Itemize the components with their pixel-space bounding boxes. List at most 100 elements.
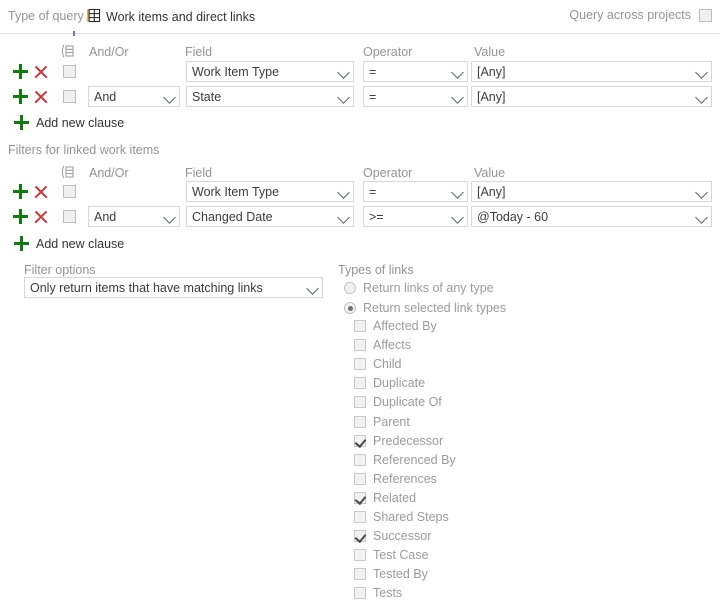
checkbox-icon[interactable]: [354, 549, 366, 562]
chevron-down-icon: [161, 86, 179, 107]
link-type-label: Child: [373, 357, 402, 372]
chevron-down-icon: [449, 61, 467, 82]
link-type-row-test-case[interactable]: Test Case: [354, 548, 429, 562]
link-type-row-shared-steps[interactable]: Shared Steps: [354, 510, 449, 524]
header-divider: [0, 33, 720, 34]
add-clause-icon[interactable]: [13, 209, 28, 224]
checkbox-icon[interactable]: [354, 415, 366, 428]
value-dropdown[interactable]: @Today - 60: [471, 206, 712, 227]
checkbox-checked-icon[interactable]: [354, 530, 366, 543]
value-dropdown[interactable]: [Any]: [471, 181, 712, 202]
chevron-down-icon: [693, 86, 711, 107]
add-new-clause-button[interactable]: Add new clause: [14, 115, 124, 130]
link-type-label: Duplicate Of: [373, 395, 442, 410]
link-type-row-references[interactable]: References: [354, 472, 437, 486]
link-type-row-duplicate-of[interactable]: Duplicate Of: [354, 395, 442, 409]
clause-row-checkbox[interactable]: [63, 210, 76, 223]
filter-options-value: Only return items that have matching lin…: [30, 280, 263, 295]
checkbox-icon[interactable]: [354, 358, 366, 371]
column-header-field: Field: [185, 45, 213, 59]
checkbox-checked-icon[interactable]: [354, 434, 366, 447]
value-dropdown-value: [Any]: [477, 184, 506, 199]
column-header-operator: Operator: [363, 166, 413, 180]
field-dropdown[interactable]: Work Item Type: [186, 61, 354, 82]
operator-dropdown[interactable]: =: [363, 61, 468, 82]
link-type-row-referenced-by[interactable]: Referenced By: [354, 453, 456, 467]
operator-dropdown-value: =: [369, 184, 377, 199]
field-dropdown-value: Changed Date: [192, 209, 273, 224]
clause-row-checkbox[interactable]: [63, 185, 76, 198]
add-new-clause-icon: [14, 115, 29, 130]
column-header-field: Field: [185, 166, 213, 180]
query-type-value: Work items and direct links: [106, 10, 256, 24]
filter-options-dropdown[interactable]: Only return items that have matching lin…: [24, 277, 323, 298]
link-type-row-successor[interactable]: Successor: [354, 529, 431, 543]
filter-options-label: Filter options: [24, 263, 96, 277]
link-type-row-child[interactable]: Child: [354, 357, 402, 371]
add-clause-icon[interactable]: [13, 184, 28, 199]
add-new-clause-button[interactable]: Add new clause: [14, 236, 124, 251]
value-dropdown[interactable]: [Any]: [471, 61, 712, 82]
operator-dropdown[interactable]: =: [363, 86, 468, 107]
link-type-label: Tests: [373, 586, 403, 601]
clause-row-checkbox[interactable]: [63, 65, 76, 78]
checkbox-icon[interactable]: [354, 568, 366, 581]
clause-row-checkbox[interactable]: [63, 90, 76, 103]
link-type-row-parent[interactable]: Parent: [354, 415, 410, 429]
type-of-query-label: Type of query: [8, 9, 84, 23]
checkbox-icon[interactable]: [354, 453, 366, 466]
delete-clause-icon[interactable]: [34, 90, 48, 104]
operator-dropdown[interactable]: =: [363, 181, 468, 202]
query-type-selector[interactable]: Work items and direct links: [86, 8, 255, 26]
radio-return-any-link-type[interactable]: Return links of any type: [344, 281, 494, 295]
link-type-row-tested-by[interactable]: Tested By: [354, 567, 428, 581]
checkbox-icon[interactable]: [354, 587, 366, 600]
query-type-bar: Type of query Work items and direct link…: [0, 0, 720, 31]
field-dropdown[interactable]: Work Item Type: [186, 181, 354, 202]
field-dropdown-value: Work Item Type: [192, 64, 280, 79]
add-clause-icon[interactable]: [13, 64, 28, 79]
checkbox-icon[interactable]: [354, 511, 366, 523]
clause-row-actions: [13, 184, 48, 199]
andor-dropdown-value: And: [94, 209, 117, 224]
field-dropdown[interactable]: State: [186, 86, 354, 107]
linked-filters-title: Filters for linked work items: [8, 143, 160, 157]
andor-dropdown[interactable]: And: [88, 86, 180, 107]
value-dropdown[interactable]: [Any]: [471, 86, 712, 107]
query-across-projects-checkbox[interactable]: [699, 8, 712, 22]
delete-clause-icon[interactable]: [34, 185, 48, 199]
radio-return-selected-link-types[interactable]: Return selected link types: [344, 301, 506, 315]
add-new-clause-label: Add new clause: [36, 115, 125, 130]
radio-label: Return links of any type: [363, 281, 494, 295]
link-type-row-duplicate[interactable]: Duplicate: [354, 376, 425, 390]
link-type-row-related[interactable]: Related: [354, 491, 416, 505]
link-type-row-affects[interactable]: Affects: [354, 338, 411, 352]
add-clause-icon[interactable]: [13, 89, 28, 104]
checkbox-checked-icon[interactable]: [354, 491, 366, 504]
checkbox-icon[interactable]: [354, 320, 366, 332]
link-type-label: Affected By: [373, 319, 437, 333]
link-type-row-tests[interactable]: Tests: [354, 586, 402, 600]
chevron-down-icon: [335, 181, 353, 202]
chevron-down-icon: [161, 206, 179, 227]
radio-label: Return selected link types: [363, 301, 507, 315]
operator-dropdown[interactable]: >=: [363, 206, 468, 227]
checkbox-icon[interactable]: [354, 396, 366, 409]
chevron-down-icon: [449, 181, 467, 202]
link-type-row-predecessor[interactable]: Predecessor: [354, 434, 443, 448]
chevron-down-icon: [335, 86, 353, 107]
link-type-label: References: [373, 471, 437, 486]
checkbox-icon[interactable]: [354, 472, 366, 485]
query-across-projects[interactable]: Query across projects: [569, 8, 712, 22]
checkbox-icon[interactable]: [354, 377, 366, 390]
link-type-row-affected-by[interactable]: Affected By: [354, 319, 437, 333]
delete-clause-icon[interactable]: [34, 210, 48, 224]
field-dropdown[interactable]: Changed Date: [186, 206, 354, 227]
radio-icon: [344, 282, 356, 294]
group-clauses-icon[interactable]: [60, 44, 74, 61]
andor-dropdown[interactable]: And: [88, 206, 180, 227]
checkbox-icon[interactable]: [354, 339, 366, 352]
delete-clause-icon[interactable]: [34, 65, 48, 79]
value-dropdown-value: @Today - 60: [477, 209, 549, 224]
group-clauses-icon[interactable]: [60, 165, 74, 182]
